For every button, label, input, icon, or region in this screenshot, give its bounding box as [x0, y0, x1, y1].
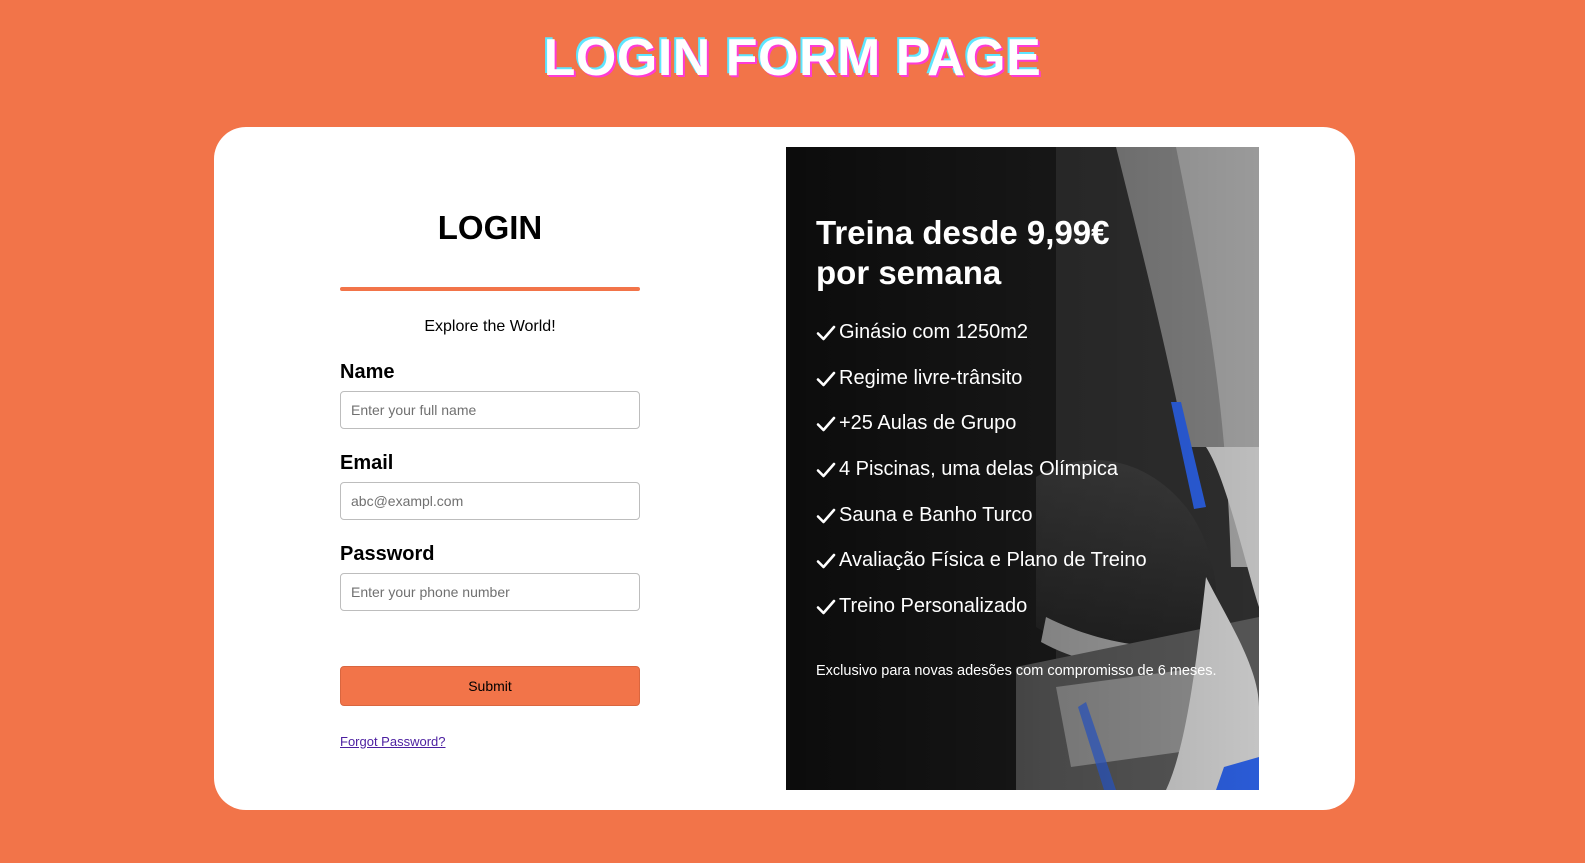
promo-title-line1: Treina desde 9,99€	[816, 214, 1110, 251]
submit-button[interactable]: Submit	[340, 666, 640, 706]
password-input[interactable]	[340, 573, 640, 611]
check-icon	[816, 371, 836, 386]
feature-label: Sauna e Banho Turco	[839, 503, 1033, 526]
forgot-password-link[interactable]: Forgot Password?	[340, 734, 446, 749]
list-item: 4 Piscinas, uma delas Olímpica	[816, 458, 1147, 504]
feature-label: Avaliação Física e Plano de Treino	[839, 549, 1147, 572]
page-title: LOGIN FORM PAGE	[543, 29, 1042, 87]
name-input[interactable]	[340, 391, 640, 429]
feature-list: Ginásio com 1250m2 Regime livre-trânsito…	[816, 321, 1147, 641]
list-item: +25 Aulas de Grupo	[816, 412, 1147, 458]
check-icon	[816, 325, 836, 341]
feature-label: Ginásio com 1250m2	[839, 321, 1028, 343]
promo-title-line2: por semana	[816, 254, 1002, 291]
feature-label: Regime livre-trânsito	[839, 366, 1023, 389]
promo-title: Treina desde 9,99€ por semana	[816, 213, 1236, 293]
list-item: Ginásio com 1250m2	[816, 321, 1147, 367]
list-item: Sauna e Banho Turco	[816, 504, 1147, 550]
check-icon	[816, 599, 836, 615]
login-card: LOGIN Explore the World! Name Email Pass…	[214, 127, 1355, 810]
list-item: Avaliação Física e Plano de Treino	[816, 549, 1147, 595]
feature-label: +25 Aulas de Grupo	[839, 412, 1017, 435]
password-label: Password	[340, 543, 435, 565]
heading-divider	[340, 287, 640, 291]
promo-panel: Treina desde 9,99€ por semana Ginásio co…	[786, 147, 1259, 790]
promo-note: Exclusivo para novas adesões com comprom…	[816, 663, 1217, 679]
email-input[interactable]	[340, 482, 640, 520]
feature-label: 4 Piscinas, uma delas Olímpica	[839, 458, 1119, 481]
list-item: Regime livre-trânsito	[816, 367, 1147, 413]
check-icon	[816, 554, 836, 569]
check-icon	[816, 508, 836, 524]
list-item: Treino Personalizado	[816, 595, 1147, 641]
tagline: Explore the World!	[424, 318, 556, 335]
check-icon	[816, 417, 836, 432]
check-icon	[816, 462, 836, 478]
name-label: Name	[340, 361, 395, 383]
login-heading: LOGIN	[437, 209, 543, 246]
email-label: Email	[340, 452, 394, 474]
feature-label: Treino Personalizado	[839, 595, 1028, 618]
